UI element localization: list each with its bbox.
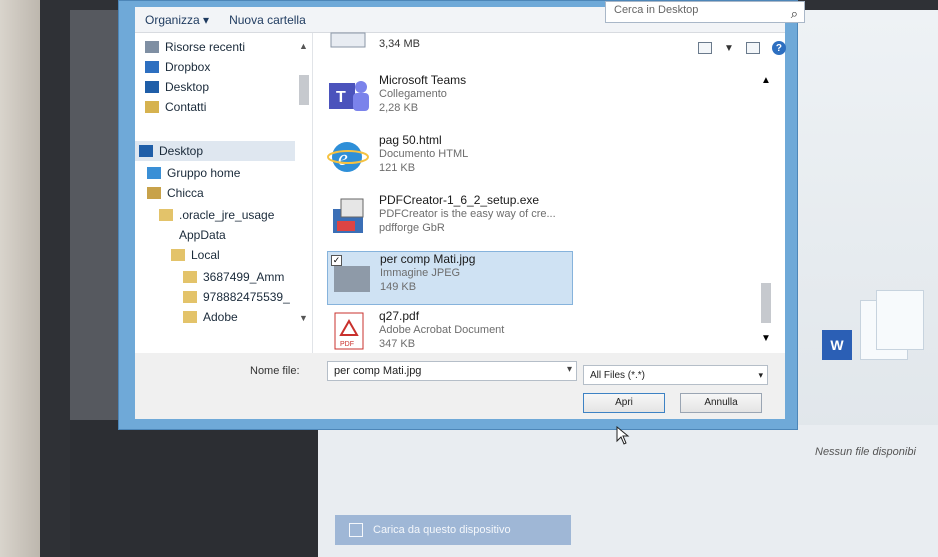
dialog-footer: Nome file: per comp Mati.jpg ▾ All Files… bbox=[135, 353, 785, 419]
folder-icon bbox=[159, 209, 173, 221]
folder-icon bbox=[183, 271, 197, 283]
file-item[interactable]: PDFCreator-1_6_2_setup.exe PDFCreator is… bbox=[327, 193, 567, 247]
folder-icon bbox=[183, 291, 197, 303]
svg-text:PDF: PDF bbox=[340, 341, 354, 348]
file-list: ▼ ? 3,34 MB T Microsoft Teams Collegamen… bbox=[313, 32, 786, 353]
chevron-down-icon[interactable]: ▾ bbox=[758, 370, 763, 381]
file-item[interactable]: e pag 50.html Documento HTML 121 KB bbox=[327, 133, 567, 187]
empty-files-text: Nessun file disponibi bbox=[815, 446, 916, 458]
svg-text:T: T bbox=[336, 89, 346, 106]
nav-item-desktop[interactable]: Desktop bbox=[145, 77, 209, 97]
open-button[interactable]: Apri bbox=[583, 393, 665, 413]
chevron-down-icon[interactable]: ▾ bbox=[567, 364, 572, 375]
homegroup-icon bbox=[147, 167, 161, 179]
folder-icon bbox=[171, 249, 185, 261]
contacts-icon bbox=[145, 101, 159, 113]
file-name: q27.pdf bbox=[379, 309, 420, 323]
file-size: 2,28 KB bbox=[379, 102, 419, 114]
upload-from-device-button[interactable]: Carica da questo dispositivo bbox=[335, 515, 571, 545]
filename-value: per comp Mati.jpg bbox=[334, 365, 422, 377]
nav-item-desktop-root[interactable]: Desktop bbox=[135, 141, 295, 161]
file-item-selected[interactable]: ✓ per comp Mati.jpg Immagine JPEG 149 KB bbox=[327, 251, 573, 305]
view-mode-icon[interactable] bbox=[698, 42, 712, 54]
chevron-down-icon[interactable]: ▼ bbox=[761, 333, 771, 344]
ie-icon: e bbox=[327, 133, 371, 177]
wall bbox=[0, 0, 40, 557]
file-size: 347 KB bbox=[379, 338, 416, 350]
nav-item-homegroup[interactable]: Gruppo home bbox=[147, 163, 240, 183]
file-item[interactable]: T Microsoft Teams Collegamento 2,28 KB bbox=[327, 73, 567, 127]
nav-item-dropbox[interactable]: Dropbox bbox=[145, 57, 210, 77]
file-name: Microsoft Teams bbox=[379, 73, 467, 87]
pdf-icon: PDF bbox=[327, 309, 371, 353]
word-document-illustration: W bbox=[822, 290, 930, 380]
nav-item-user[interactable]: Chicca bbox=[147, 183, 204, 203]
file-type: Documento HTML bbox=[379, 148, 469, 160]
search-icon[interactable]: ⌕ bbox=[791, 6, 798, 22]
file-publisher: pdfforge GbR bbox=[379, 222, 445, 234]
file-type-filter[interactable]: All Files (*.*) ▾ bbox=[583, 365, 768, 385]
nav-item-contacts[interactable]: Contatti bbox=[145, 97, 206, 117]
file-size: 149 KB bbox=[380, 281, 417, 293]
mouse-cursor-icon bbox=[616, 426, 630, 445]
file-type: Collegamento bbox=[379, 88, 447, 100]
recent-icon bbox=[145, 41, 159, 53]
dialog-body: Organizza ▾ Nuova cartella Cerca in Desk… bbox=[135, 1, 805, 419]
file-name: PDFCreator-1_6_2_setup.exe bbox=[379, 193, 540, 207]
nav-item-folder[interactable]: Local bbox=[171, 245, 220, 265]
file-name: pag 50.html bbox=[379, 133, 442, 147]
chevron-up-icon[interactable]: ▲ bbox=[299, 41, 308, 51]
organize-button[interactable]: Organizza ▾ bbox=[135, 13, 219, 27]
user-icon bbox=[147, 187, 161, 199]
desktop-icon bbox=[145, 81, 159, 93]
upload-icon bbox=[349, 523, 363, 537]
file-size: 121 KB bbox=[379, 162, 416, 174]
chevron-down-icon[interactable]: ▼ bbox=[724, 43, 734, 54]
new-folder-button[interactable]: Nuova cartella bbox=[219, 13, 316, 27]
filename-input[interactable]: per comp Mati.jpg ▾ bbox=[327, 361, 577, 381]
installer-icon bbox=[327, 193, 371, 237]
search-placeholder: Cerca in Desktop bbox=[614, 4, 699, 16]
file-size: 3,34 MB bbox=[379, 38, 420, 50]
cancel-button[interactable]: Annulla bbox=[680, 393, 762, 413]
dropbox-icon bbox=[145, 61, 159, 73]
filename-label: Nome file: bbox=[250, 365, 300, 377]
nav-item-recent[interactable]: Risorse recenti bbox=[145, 37, 245, 57]
file-list-scrollbar[interactable]: ▲ ▼ bbox=[757, 33, 775, 353]
search-input[interactable]: Cerca in Desktop ⌕ bbox=[605, 1, 805, 23]
nav-item-folder[interactable]: AppData bbox=[159, 225, 226, 245]
desktop-icon bbox=[139, 145, 153, 157]
file-scroll-thumb[interactable] bbox=[761, 283, 771, 323]
folder-icon bbox=[183, 311, 197, 323]
screen-dark-panel bbox=[70, 420, 320, 557]
folder-icon bbox=[159, 229, 173, 241]
image-icon bbox=[328, 252, 372, 296]
nav-scroll-thumb[interactable] bbox=[299, 75, 309, 105]
svg-text:e: e bbox=[338, 145, 348, 170]
navigation-pane: Risorse recenti Dropbox Desktop Contatti… bbox=[135, 33, 313, 353]
teams-icon: T bbox=[327, 73, 371, 117]
nav-scrollbar[interactable] bbox=[297, 69, 311, 349]
file-type: Immagine JPEG bbox=[380, 267, 461, 279]
filter-value: All Files (*.*) bbox=[590, 370, 646, 381]
chevron-down-icon[interactable]: ▼ bbox=[299, 313, 308, 323]
file-item[interactable]: 3,34 MB bbox=[327, 29, 567, 59]
file-name: per comp Mati.jpg bbox=[380, 252, 476, 266]
word-icon: W bbox=[822, 330, 852, 360]
nav-item-folder[interactable]: Adobe bbox=[183, 307, 238, 327]
file-icon bbox=[327, 29, 371, 51]
nav-item-folder[interactable]: 978882475539_ bbox=[183, 287, 290, 307]
open-file-dialog: Organizza ▾ Nuova cartella Cerca in Desk… bbox=[118, 0, 805, 430]
file-type: PDFCreator is the easy way of cre... bbox=[379, 208, 556, 220]
nav-item-folder[interactable]: 3687499_Amm bbox=[183, 267, 284, 287]
nav-item-folder[interactable]: .oracle_jre_usage bbox=[159, 205, 274, 225]
chevron-up-icon[interactable]: ▲ bbox=[761, 75, 771, 86]
file-type: Adobe Acrobat Document bbox=[379, 324, 505, 336]
upload-label: Carica da questo dispositivo bbox=[373, 524, 511, 536]
doc-page bbox=[876, 290, 924, 350]
